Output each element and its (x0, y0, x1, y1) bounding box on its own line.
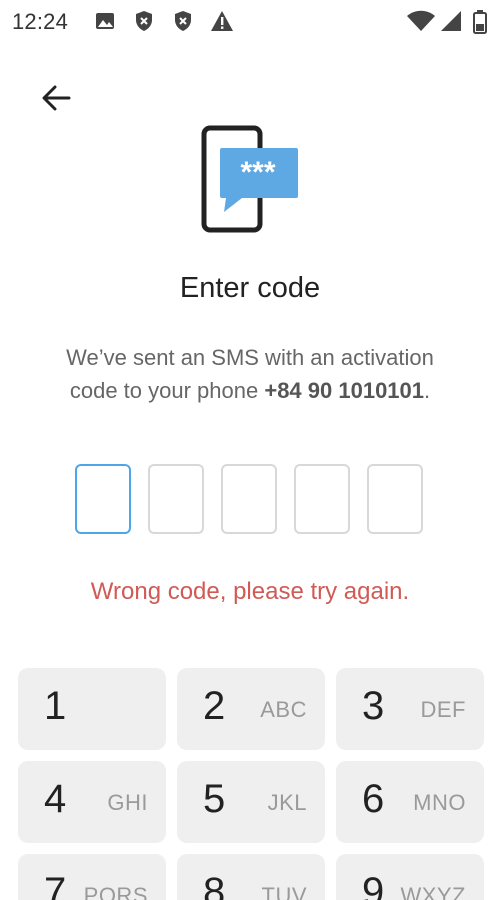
key-9[interactable]: 9 WXYZ (336, 854, 484, 900)
key-letters: MNO (413, 790, 466, 815)
phone-number: +84 90 1010101 (264, 378, 425, 403)
key-letters: PQRS (83, 883, 148, 900)
key-digit: 2 (203, 684, 226, 728)
shield-icon (172, 10, 194, 32)
key-digit: 8 (203, 870, 226, 900)
key-letters: GHI (107, 790, 148, 815)
key-digit: 1 (44, 684, 67, 728)
code-digit-box[interactable] (221, 464, 277, 534)
key-digit: 6 (362, 777, 385, 821)
key-letters: JKL (267, 790, 307, 815)
status-time: 12:24 (12, 9, 69, 34)
key-7[interactable]: 7 PQRS (18, 854, 166, 900)
shield-icon (133, 10, 155, 32)
bubble-text: *** (240, 156, 275, 189)
key-digit: 4 (44, 777, 67, 821)
wifi-icon (406, 10, 436, 32)
key-4[interactable]: 4 GHI (18, 761, 166, 843)
key-letters: TUV (261, 883, 307, 900)
key-letters: WXYZ (400, 883, 466, 900)
sms-illustration: *** (196, 122, 306, 237)
key-5[interactable]: 5 JKL (177, 761, 325, 843)
code-digit-box[interactable] (367, 464, 423, 534)
key-digit: 5 (203, 777, 226, 821)
key-2[interactable]: 2 ABC (177, 668, 325, 750)
key-6[interactable]: 6 MNO (336, 761, 484, 843)
key-digit: 3 (362, 684, 385, 728)
description: We’ve sent an SMS with an activation cod… (40, 341, 460, 407)
error-message: Wrong code, please try again. (90, 578, 410, 605)
back-button[interactable] (30, 78, 82, 118)
key-8[interactable]: 8 TUV (177, 854, 325, 900)
battery-icon (472, 10, 488, 34)
page-title: Enter code (179, 272, 321, 304)
numeric-keypad: 1 2 ABC 3 DEF 4 GHI 5 JKL 6 MNO 7 PQRS 8 (0, 668, 500, 900)
status-bar: 12:24 (0, 0, 500, 44)
screen: 12:24 *** Enter code We’ve sent an SMS w… (0, 0, 500, 900)
description-suffix: . (424, 378, 431, 403)
key-letters: DEF (420, 697, 466, 722)
warning-icon (210, 10, 233, 32)
signal-icon (440, 10, 462, 32)
image-icon (94, 10, 116, 32)
code-digit-box[interactable] (148, 464, 204, 534)
key-3[interactable]: 3 DEF (336, 668, 484, 750)
arrow-left-icon (42, 85, 71, 111)
key-letters: ABC (260, 697, 307, 722)
code-input (75, 464, 425, 534)
code-digit-box[interactable] (75, 464, 131, 534)
key-1[interactable]: 1 (18, 668, 166, 750)
key-digit: 9 (362, 870, 385, 900)
code-digit-box[interactable] (294, 464, 350, 534)
key-digit: 7 (44, 870, 67, 900)
